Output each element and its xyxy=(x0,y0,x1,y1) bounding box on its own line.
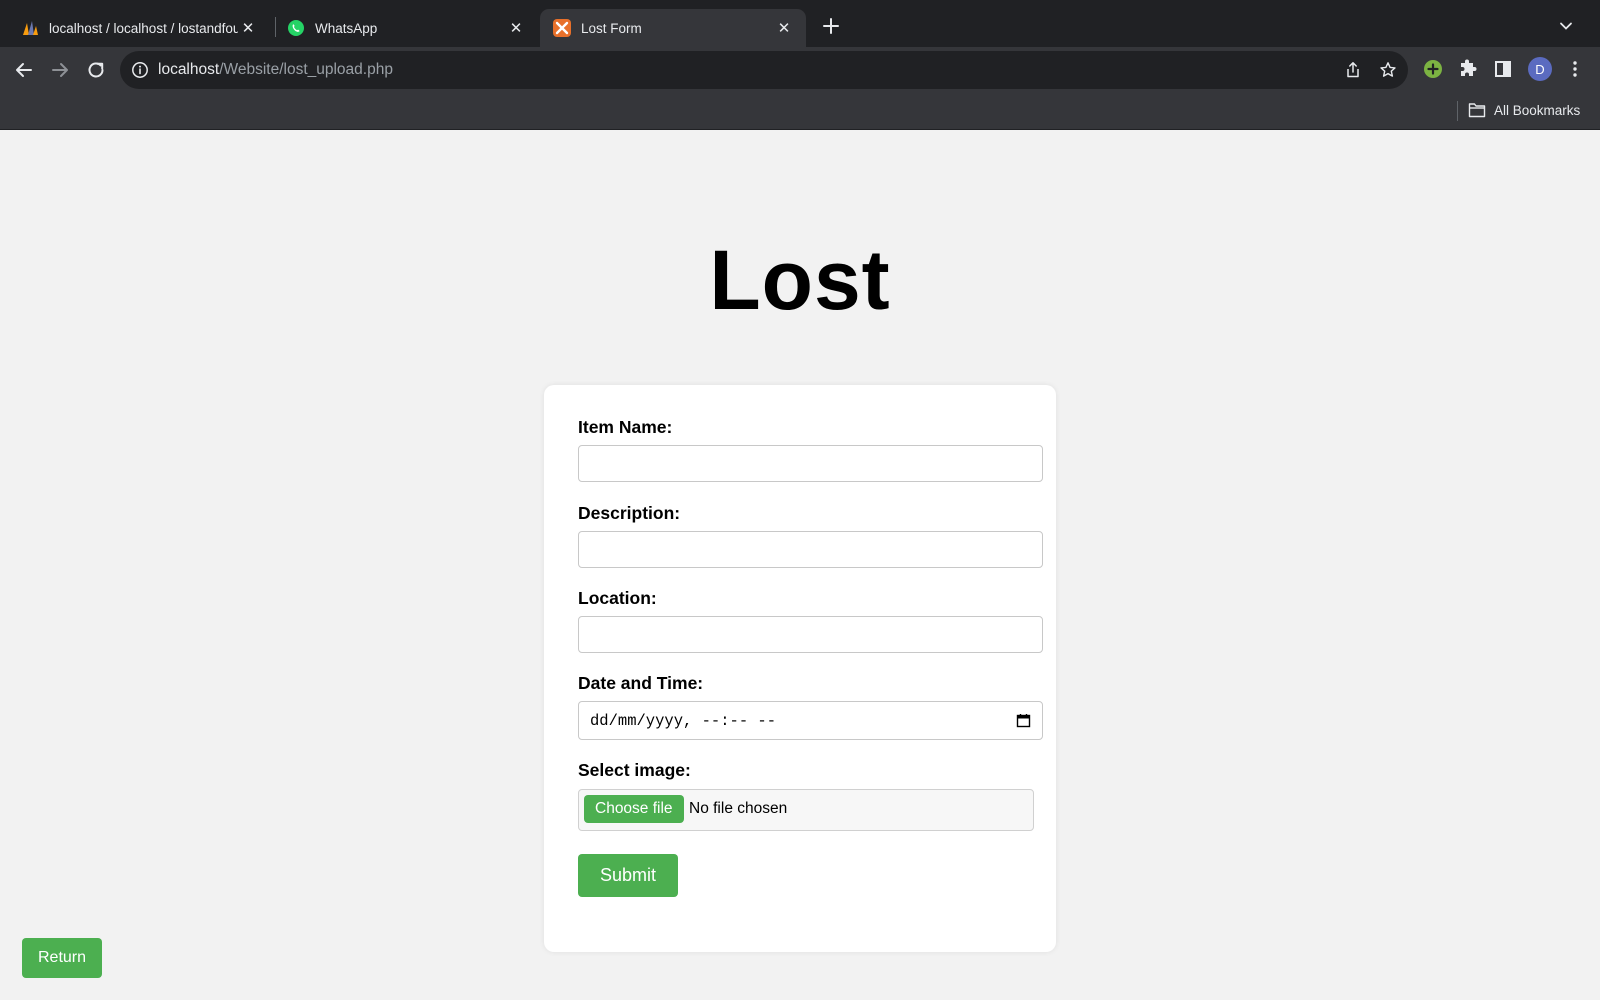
bookmarks-bar: All Bookmarks xyxy=(0,93,1600,130)
more-vertical-icon[interactable] xyxy=(1563,57,1587,81)
tab-phpmyadmin[interactable]: localhost / localhost / lostandfound ✕ xyxy=(0,9,270,47)
browser-toolbar: localhost/Website/lost_upload.php D xyxy=(0,47,1600,93)
datetime-input[interactable]: dd/mm/yyyy, --:-- -- xyxy=(578,701,1043,740)
tab-whatsapp[interactable]: WhatsApp ✕ xyxy=(276,9,538,47)
tab-title: Lost Form xyxy=(581,20,642,36)
share-icon[interactable] xyxy=(1344,61,1362,79)
folder-icon[interactable] xyxy=(1468,102,1486,118)
url-path: /Website/lost_upload.php xyxy=(219,61,393,78)
image-file-input[interactable]: Choose file No file chosen xyxy=(578,789,1034,831)
puzzle-icon[interactable] xyxy=(1456,57,1480,81)
datetime-label: Date and Time: xyxy=(578,673,704,693)
datetime-placeholder: dd/mm/yyyy, --:-- -- xyxy=(590,712,777,730)
item-name-label: Item Name: xyxy=(578,417,673,437)
url-host: localhost xyxy=(158,61,220,78)
page-content: Lost Item Name: Description: Location: D… xyxy=(0,130,1600,1000)
xampp-icon xyxy=(553,19,571,37)
close-tab-icon[interactable]: ✕ xyxy=(506,18,526,38)
tab-title: WhatsApp xyxy=(315,20,378,36)
tab-lost-form[interactable]: Lost Form ✕ xyxy=(540,9,806,47)
choose-file-button[interactable]: Choose file xyxy=(584,795,684,823)
profile-avatar[interactable]: D xyxy=(1528,57,1552,81)
phpmyadmin-icon xyxy=(23,21,38,35)
select-image-label: Select image: xyxy=(578,760,691,780)
page-title: Lost xyxy=(709,233,891,327)
description-input[interactable] xyxy=(578,531,1043,568)
extension-add-icon[interactable] xyxy=(1421,57,1445,81)
reload-icon[interactable] xyxy=(84,58,108,82)
location-input[interactable] xyxy=(578,616,1043,653)
close-tab-icon[interactable]: ✕ xyxy=(774,18,794,38)
location-label: Location: xyxy=(578,588,657,608)
submit-button[interactable]: Submit xyxy=(578,854,678,897)
return-button[interactable]: Return xyxy=(22,938,102,978)
all-bookmarks-link[interactable]: All Bookmarks xyxy=(1494,103,1580,118)
no-file-status: No file chosen xyxy=(689,800,788,817)
bookmarks-separator xyxy=(1457,101,1458,121)
description-label: Description: xyxy=(578,503,681,523)
close-tab-icon[interactable]: ✕ xyxy=(238,18,258,38)
address-bar[interactable]: localhost/Website/lost_upload.php xyxy=(120,51,1408,89)
new-tab-icon[interactable] xyxy=(819,14,843,38)
star-icon[interactable] xyxy=(1379,61,1397,79)
forward-arrow-icon[interactable] xyxy=(48,58,72,82)
chevron-down-icon[interactable] xyxy=(1556,16,1576,36)
back-arrow-icon[interactable] xyxy=(12,58,36,82)
tab-strip: localhost / localhost / lostandfound ✕ W… xyxy=(0,0,1600,47)
lost-item-form: Item Name: Description: Location: Date a… xyxy=(544,385,1056,952)
tab-title: localhost / localhost / lostandfound xyxy=(49,20,238,36)
url-text[interactable]: localhost/Website/lost_upload.php xyxy=(158,61,393,79)
info-icon[interactable] xyxy=(131,61,149,79)
side-panel-icon[interactable] xyxy=(1491,57,1515,81)
calendar-icon[interactable] xyxy=(1016,713,1031,728)
whatsapp-icon xyxy=(288,20,304,36)
item-name-input[interactable] xyxy=(578,445,1043,482)
